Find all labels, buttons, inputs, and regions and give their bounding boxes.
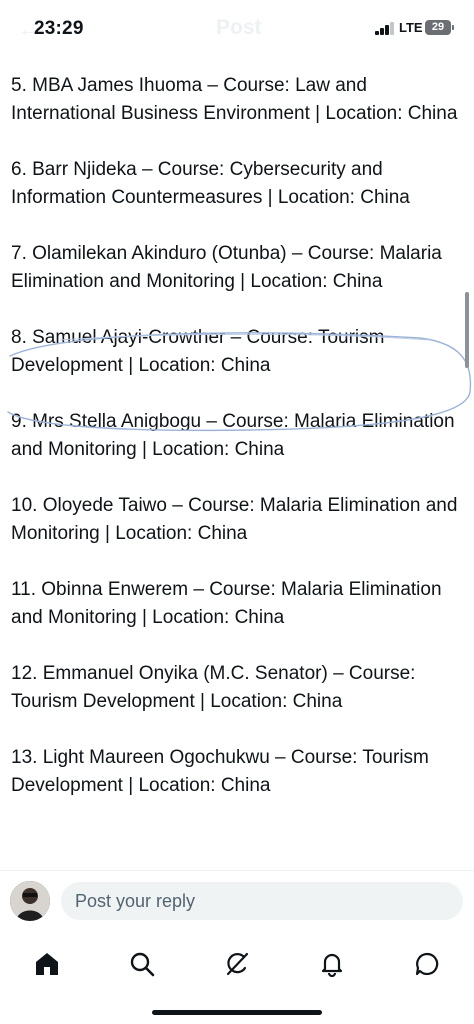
reply-input[interactable] <box>61 882 463 920</box>
list-item: 13. Light Maureen Ogochukwu – Course: To… <box>11 747 429 796</box>
list-item: 9. Mrs Stella Anigbogu – Course: Malaria… <box>11 411 455 460</box>
tab-search[interactable] <box>120 942 164 986</box>
reply-bar <box>0 870 474 931</box>
list-item: 8. Samuel Ajayi-Crowther – Course: Touri… <box>11 327 385 376</box>
messages-icon <box>415 952 439 976</box>
home-indicator[interactable] <box>152 1010 322 1015</box>
network-label: LTE <box>399 20 423 35</box>
signal-icon <box>375 22 397 35</box>
list-item: 5. MBA James Ihuoma – Course: Law and In… <box>11 75 458 124</box>
bell-icon <box>321 953 343 977</box>
status-bar: ← 23:29 Post LTE 29 <box>0 0 474 58</box>
list-item: 7. Olamilekan Akinduro (Otunba) – Course… <box>11 243 442 292</box>
avatar-image <box>10 881 50 921</box>
list-item: 12. Emmanuel Onyika (M.C. Senator) – Cou… <box>11 663 416 712</box>
battery-icon: 29 <box>425 20 454 35</box>
grok-icon <box>226 952 249 976</box>
list-item: 6. Barr Njideka – Course: Cybersecurity … <box>11 159 410 208</box>
header-title-faded: Post <box>216 16 262 39</box>
avatar[interactable] <box>10 881 50 921</box>
status-time: 23:29 <box>34 18 84 39</box>
tab-messages[interactable] <box>405 942 449 986</box>
battery-level: 29 <box>431 21 445 33</box>
home-icon <box>36 953 58 975</box>
post-body: 5. MBA James Ihuoma – Course: Law and In… <box>11 72 461 828</box>
list-item: 10. Oloyede Taiwo – Course: Malaria Elim… <box>11 495 458 544</box>
search-icon <box>130 952 155 977</box>
scrollbar-thumb[interactable] <box>465 292 469 368</box>
list-item: 11. Obinna Enwerem – Course: Malaria Eli… <box>11 579 442 628</box>
tab-home[interactable] <box>25 942 69 986</box>
tab-grok[interactable] <box>215 942 259 986</box>
tab-notifications[interactable] <box>310 942 354 986</box>
